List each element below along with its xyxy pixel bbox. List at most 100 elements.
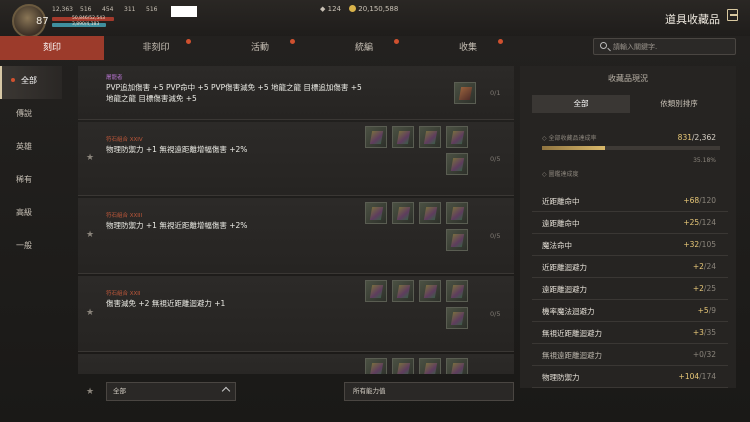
nav-item-2[interactable]: 英雄 bbox=[0, 132, 62, 165]
item-icon-grid bbox=[454, 82, 514, 104]
search-input[interactable] bbox=[613, 40, 731, 53]
item-slot-icon[interactable] bbox=[419, 126, 441, 148]
nav-item-0[interactable]: 全部 bbox=[0, 66, 62, 99]
stat-name: 無視遠距離迴避力 bbox=[542, 351, 602, 360]
item-slot-icon[interactable] bbox=[365, 202, 387, 224]
nav-item-3[interactable]: 稀有 bbox=[0, 165, 62, 198]
top-bar: 87 12,363 516 454 311 516 50,846/52,543 … bbox=[0, 0, 750, 38]
item-description: PVP追加傷害 +5 PVP命中 +5 PVP傷害減免 +5 地龍之龍 目標追加… bbox=[106, 83, 362, 103]
player-level: 87 bbox=[36, 16, 49, 27]
item-slot-icon[interactable] bbox=[446, 153, 468, 175]
nav-item-label: 傳說 bbox=[16, 109, 32, 118]
item-slot-icon[interactable] bbox=[446, 126, 468, 148]
item-slot-icon[interactable] bbox=[392, 202, 414, 224]
mp-text: 3,890/4,183 bbox=[72, 22, 100, 27]
item-icon-grid bbox=[365, 126, 468, 175]
item-slot-icon[interactable] bbox=[365, 358, 387, 374]
collection-item[interactable]: ★ 符石組合 XXIV 物理防禦力 +1 無視遠距離增幅傷害 +2% 0/5 bbox=[78, 122, 514, 196]
notification-dot bbox=[394, 39, 399, 44]
stat-current: +25 bbox=[683, 218, 700, 227]
section-label: ◇ 圖鑑達成度 bbox=[542, 171, 579, 178]
notification-dot bbox=[11, 78, 15, 82]
tab-2[interactable]: 活動 bbox=[208, 36, 312, 60]
stat-value: +104/174 bbox=[679, 372, 716, 381]
item-slot-icon[interactable] bbox=[419, 280, 441, 302]
item-slot-icon[interactable] bbox=[365, 280, 387, 302]
chevron-up-icon bbox=[221, 386, 231, 396]
nav-item-4[interactable]: 高級 bbox=[0, 198, 62, 231]
item-slot-icon[interactable] bbox=[446, 358, 468, 374]
stat-max: /124 bbox=[699, 218, 716, 227]
stat-2: 516 bbox=[80, 6, 92, 13]
stat-current: +2 bbox=[692, 262, 704, 271]
overall-label: ◇ 全部收藏品達成率 bbox=[542, 135, 597, 142]
diamond-icon: ◆ bbox=[320, 5, 326, 13]
stat-row: 魔法命中 +32/105 bbox=[532, 234, 728, 256]
item-slot-icon[interactable] bbox=[446, 307, 468, 329]
tab-label: 刻印 bbox=[42, 43, 61, 53]
stat-row: 機率魔法迴避力 +5/9 bbox=[532, 300, 728, 322]
collection-item[interactable]: 屠龍者 PVP追加傷害 +5 PVP命中 +5 PVP傷害減免 +5 地龍之龍 目… bbox=[78, 66, 514, 120]
item-slot-icon[interactable] bbox=[392, 126, 414, 148]
search-box[interactable] bbox=[593, 38, 736, 55]
stat-value: +2/25 bbox=[693, 284, 716, 293]
nav-item-1[interactable]: 傳說 bbox=[0, 99, 62, 132]
stat-5: 516 bbox=[146, 6, 158, 13]
stat-value: +0/32 bbox=[693, 350, 716, 359]
stat-value: +32/105 bbox=[683, 240, 716, 249]
item-slot-icon[interactable] bbox=[454, 82, 476, 104]
stat-row: 近距離迴避力 +2/24 bbox=[532, 256, 728, 278]
item-slot-icon[interactable] bbox=[419, 202, 441, 224]
notification-dot bbox=[290, 39, 295, 44]
stat-current: +68 bbox=[683, 196, 700, 205]
item-slot-icon[interactable] bbox=[365, 126, 387, 148]
stat-value: +2/24 bbox=[693, 262, 716, 271]
stat-max: /120 bbox=[699, 196, 716, 205]
panel-tab-all[interactable]: 全部 bbox=[532, 95, 630, 113]
item-slot-icon[interactable] bbox=[446, 229, 468, 251]
tab-4[interactable]: 收集 bbox=[416, 36, 520, 60]
ability-select[interactable]: 所有能力值 bbox=[344, 382, 514, 401]
panel-tab-by-category[interactable]: 依類別排序 bbox=[630, 95, 728, 113]
collection-item[interactable] bbox=[78, 354, 514, 374]
tab-1[interactable]: 非刻印 bbox=[104, 36, 208, 60]
nav-item-label: 全部 bbox=[21, 76, 37, 85]
grade-select[interactable]: 全部 bbox=[106, 382, 236, 401]
collection-item[interactable]: ★ 符石組合 XXII 傷害減免 +2 無視近距離迴避力 +1 0/5 bbox=[78, 276, 514, 352]
collection-item[interactable]: ★ 符石組合 XXIII 物理防禦力 +1 無視近距離增幅傷害 +2% 0/5 bbox=[78, 198, 514, 274]
favorite-star-icon[interactable]: ★ bbox=[86, 230, 94, 240]
favorite-star-icon[interactable]: ★ bbox=[86, 153, 94, 163]
search-icon bbox=[600, 42, 607, 49]
favorite-filter-star-icon[interactable]: ★ bbox=[86, 387, 94, 397]
stat-value: +25/124 bbox=[683, 218, 716, 227]
tab-3[interactable]: 統編 bbox=[312, 36, 416, 60]
tab-label: 統編 bbox=[354, 43, 373, 53]
nav-item-5[interactable]: 一般 bbox=[0, 231, 62, 264]
stat-value: +5/9 bbox=[698, 306, 716, 315]
stat-4: 311 bbox=[124, 6, 136, 13]
item-slot-icon[interactable] bbox=[419, 358, 441, 374]
collection-list: 屠龍者 PVP追加傷害 +5 PVP命中 +5 PVP傷害減免 +5 地龍之龍 目… bbox=[78, 66, 514, 374]
panel-title: 收藏品現況 bbox=[608, 74, 648, 83]
favorite-star-icon[interactable]: ★ bbox=[86, 308, 94, 318]
item-slot-icon[interactable] bbox=[392, 358, 414, 374]
item-count: 0/5 bbox=[490, 232, 501, 240]
tab-label: 活動 bbox=[250, 43, 269, 53]
stat-max: /35 bbox=[703, 328, 716, 337]
exit-icon[interactable] bbox=[727, 9, 738, 21]
item-slot-icon[interactable] bbox=[392, 280, 414, 302]
diamond-count: 124 bbox=[327, 5, 341, 13]
main-tabs: 刻印 非刻印 活動 統編 收集 bbox=[0, 36, 520, 60]
gold-coin-icon bbox=[349, 5, 357, 12]
tab-0[interactable]: 刻印 bbox=[0, 36, 104, 60]
stat-current: +3 bbox=[692, 328, 704, 337]
stat-max: /25 bbox=[703, 284, 716, 293]
notification-dot bbox=[186, 39, 191, 44]
item-slot-icon[interactable] bbox=[446, 280, 468, 302]
item-icon-grid bbox=[365, 280, 468, 329]
currency-display: ◆ 124 20,150,588 bbox=[320, 5, 398, 13]
gold-count: 20,150,588 bbox=[358, 5, 399, 13]
stat-name: 物理防禦力 bbox=[542, 373, 580, 382]
collection-window: 87 12,363 516 454 311 516 50,846/52,543 … bbox=[0, 0, 750, 422]
item-slot-icon[interactable] bbox=[446, 202, 468, 224]
